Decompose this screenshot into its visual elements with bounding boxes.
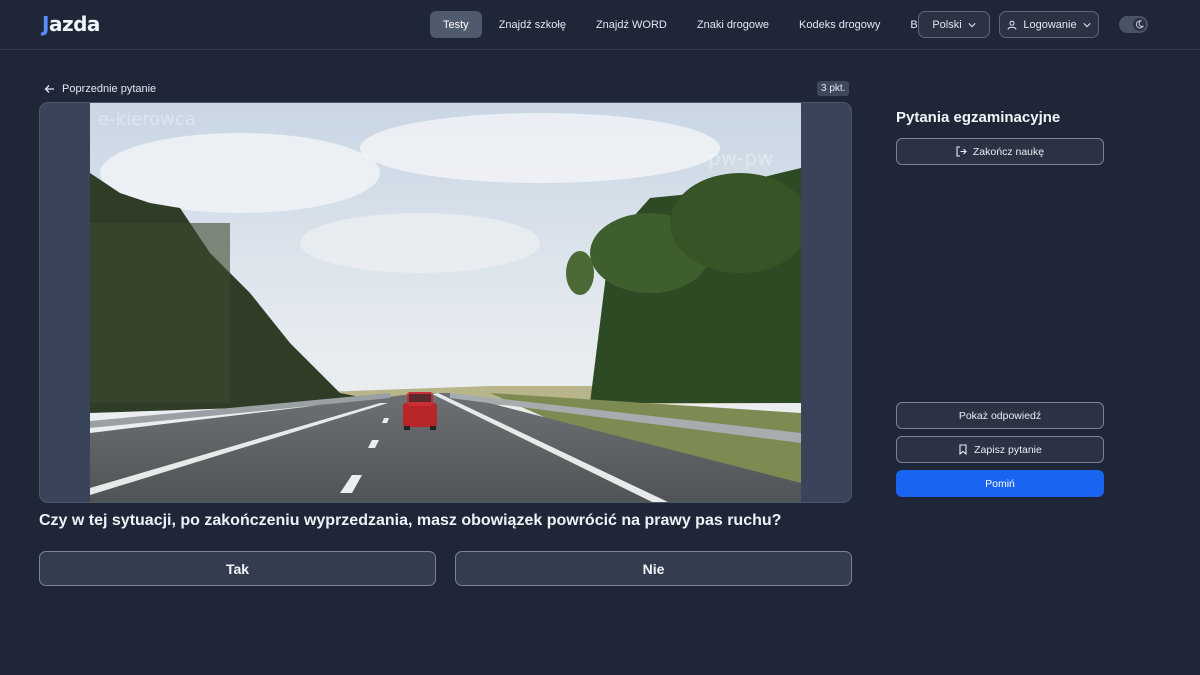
login-label: Logowanie bbox=[1023, 18, 1077, 31]
logo-accent: J bbox=[42, 12, 49, 36]
save-question-button[interactable]: Zapisz pytanie bbox=[896, 436, 1104, 463]
moon-icon bbox=[1135, 20, 1144, 29]
language-label: Polski bbox=[932, 18, 962, 31]
road-scene-image: e-kierowca pw-pw bbox=[90, 103, 801, 502]
previous-question-link[interactable]: Poprzednie pytanie bbox=[44, 81, 156, 97]
main-nav: Testy Znajdź szkołę Znajdź WORD Znaki dr… bbox=[430, 11, 949, 38]
theme-toggle[interactable] bbox=[1119, 16, 1148, 33]
finish-learning-button[interactable]: Zakończ naukę bbox=[896, 138, 1104, 165]
previous-question-label: Poprzednie pytanie bbox=[62, 83, 157, 95]
skip-label: Pomiń bbox=[985, 477, 1015, 490]
show-answer-label: Pokaż odpowiedź bbox=[958, 409, 1042, 422]
arrow-left-icon bbox=[44, 85, 54, 93]
answer-nie-button[interactable]: Nie bbox=[455, 551, 852, 586]
points-badge: 3 pkt. bbox=[817, 81, 850, 96]
nav-item-kodeks-drogowy[interactable]: Kodeks drogowy bbox=[786, 11, 893, 38]
question-media: e-kierowca pw-pw bbox=[39, 102, 852, 503]
sidebar-title: Pytania egzaminacyjne bbox=[896, 109, 1061, 126]
nav-item-znaki-drogowe[interactable]: Znaki drogowe bbox=[684, 11, 782, 38]
watermark-left: e-kierowca bbox=[98, 109, 196, 130]
logo-text: azda bbox=[48, 12, 100, 36]
chevron-down-icon bbox=[968, 22, 976, 27]
show-answer-button[interactable]: Pokaż odpowiedź bbox=[896, 402, 1104, 429]
user-icon bbox=[1007, 20, 1017, 30]
nav-item-testy[interactable]: Testy bbox=[430, 11, 482, 38]
question-text: Czy w tej sytuacji, po zakończeniu wyprz… bbox=[39, 512, 782, 529]
save-question-label: Zapisz pytanie bbox=[974, 443, 1042, 456]
answer-tak-button[interactable]: Tak bbox=[39, 551, 436, 586]
watermark-right: pw-pw bbox=[708, 146, 773, 170]
nav-item-znajdz-word[interactable]: Znajdź WORD bbox=[583, 11, 680, 38]
language-dropdown[interactable]: Polski bbox=[918, 11, 990, 38]
chevron-down-icon bbox=[1083, 22, 1091, 27]
toggle-knob bbox=[1133, 18, 1146, 31]
exit-icon bbox=[956, 146, 967, 157]
bookmark-icon bbox=[959, 444, 967, 455]
login-dropdown[interactable]: Logowanie bbox=[999, 11, 1099, 38]
skip-button[interactable]: Pomiń bbox=[896, 470, 1104, 497]
top-header: Jazda Testy Znajdź szkołę Znajdź WORD Zn… bbox=[0, 0, 1200, 50]
finish-learning-label: Zakończ naukę bbox=[972, 145, 1045, 158]
nav-item-znajdz-szkole[interactable]: Znajdź szkołę bbox=[486, 11, 579, 38]
logo[interactable]: Jazda bbox=[42, 12, 100, 36]
